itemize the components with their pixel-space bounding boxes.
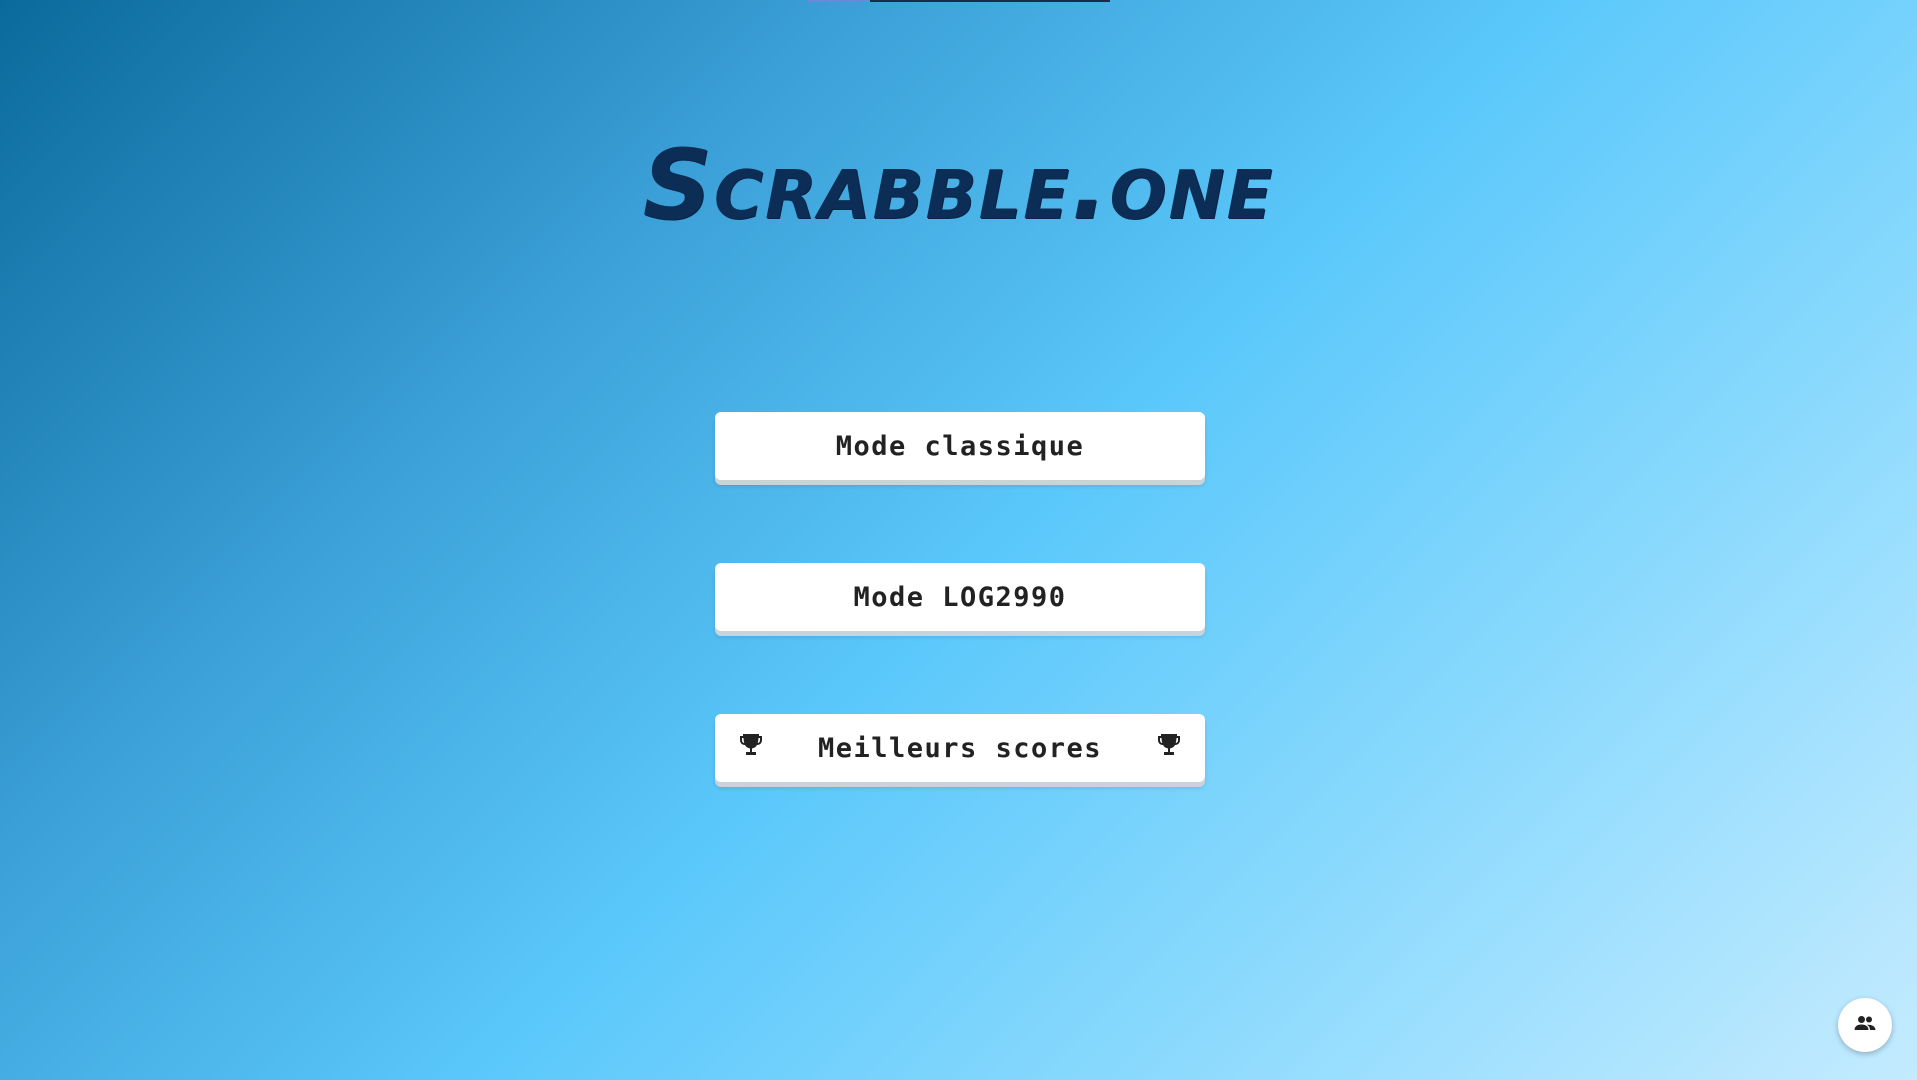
top-progress-bar [808, 0, 1110, 2]
classic-mode-label: Mode classique [835, 430, 1085, 462]
trophy-icon [739, 732, 763, 765]
people-button[interactable] [1838, 998, 1892, 1052]
high-scores-label: Meilleurs scores [817, 732, 1103, 764]
people-icon [1853, 1015, 1877, 1035]
high-scores-button[interactable]: Meilleurs scores [715, 714, 1205, 782]
main-menu: Mode classique Mode LOG2990 Meilleurs sc… [715, 412, 1205, 782]
trophy-icon [1157, 732, 1181, 765]
progress-segment-highlight [808, 0, 870, 2]
log2990-mode-label: Mode LOG2990 [853, 581, 1067, 613]
app-title: Scrabble.one [642, 129, 1275, 241]
classic-mode-button[interactable]: Mode classique [715, 412, 1205, 480]
progress-segment-dark [870, 0, 1110, 2]
log2990-mode-button[interactable]: Mode LOG2990 [715, 563, 1205, 631]
